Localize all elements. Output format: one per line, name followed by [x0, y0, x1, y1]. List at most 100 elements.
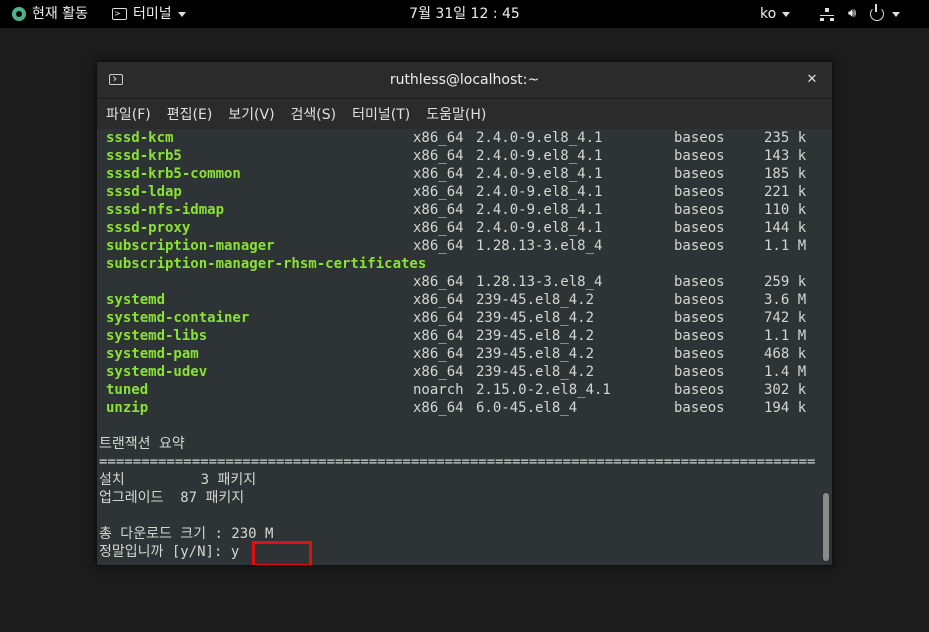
package-size: 742 k — [764, 310, 807, 326]
package-name: subscription-manager — [106, 238, 275, 254]
chevron-down-icon — [892, 11, 901, 17]
package-repo: baseos — [674, 364, 725, 380]
prompt-answer[interactable]: y — [231, 544, 239, 560]
package-repo: baseos — [674, 148, 725, 164]
package-version: 2.4.0-9.el8_4.1 — [476, 166, 603, 182]
menu-search[interactable]: 검색(S) — [283, 104, 345, 124]
package-row: sssd-ldap x86_64 2.4.0-9.el8_4.1 baseos 221 … — [97, 183, 832, 201]
package-repo: baseos — [674, 184, 725, 200]
package-name: systemd-libs — [106, 328, 208, 344]
package-arch: x86_64 — [413, 328, 464, 344]
package-repo: baseos — [674, 400, 725, 416]
package-repo: baseos — [674, 130, 725, 146]
package-name: sssd-nfs-idmap — [106, 202, 225, 218]
language-selector[interactable]: ko — [760, 0, 791, 28]
package-arch: x86_64 — [413, 166, 464, 182]
package-version: 239-45.el8_4.2 — [476, 328, 595, 344]
package-repo: baseos — [674, 346, 725, 362]
package-name: sssd-krb5-common — [106, 166, 241, 182]
menu-terminal[interactable]: 터미널(T) — [344, 104, 418, 124]
scrollbar[interactable] — [823, 493, 829, 561]
package-row: sssd-krb5 x86_64 2.4.0-9.el8_4.1 baseos 143 … — [97, 147, 832, 165]
package-row: systemd-pam x86_64 239-45.el8_4.2 baseos 468… — [97, 345, 832, 363]
separator: ========================================… — [99, 454, 816, 470]
package-version: 239-45.el8_4.2 — [476, 364, 595, 380]
total-download-size: 총 다운로드 크기 : 230 M — [99, 526, 274, 542]
package-name: sssd-kcm — [106, 130, 174, 146]
package-name: unzip — [106, 400, 149, 416]
package-size: 1.4 M — [764, 364, 807, 380]
prompt-text: 정말입니까 [y/N]: — [99, 544, 231, 560]
package-row: sssd-proxy x86_64 2.4.0-9.el8_4.1 baseos 144… — [97, 219, 832, 237]
package-name: systemd-container — [106, 310, 250, 326]
package-version: 2.4.0-9.el8_4.1 — [476, 202, 603, 218]
package-name: sssd-ldap — [106, 184, 182, 200]
volume-icon: 🔊︎ — [848, 6, 857, 21]
package-size: 194 k — [764, 400, 807, 416]
package-size: 235 k — [764, 130, 807, 146]
package-arch: x86_64 — [413, 292, 464, 308]
package-size: 110 k — [764, 202, 807, 218]
top-bar: 현재 활동 > 터미널 7월 31일 12 : 45 ko 🔊︎ — [0, 0, 929, 28]
package-row: systemd-container x86_64 239-45.el8_4.2 bas… — [97, 309, 832, 327]
package-repo: baseos — [674, 328, 725, 344]
package-repo: baseos — [674, 382, 725, 398]
title-bar[interactable]: ruthless@localhost:~ ✕ — [97, 62, 832, 99]
package-name: sssd-proxy — [106, 220, 191, 236]
package-version: 239-45.el8_4.2 — [476, 346, 595, 362]
package-size: 1.1 M — [764, 328, 807, 344]
network-icon — [820, 8, 834, 21]
package-repo: baseos — [674, 238, 725, 254]
package-size: 185 k — [764, 166, 807, 182]
terminal-window: ruthless@localhost:~ ✕ 파일(F) 편집(E) 보기(V)… — [96, 61, 833, 566]
chevron-down-icon — [782, 11, 791, 17]
menu-view[interactable]: 보기(V) — [220, 104, 282, 124]
package-row: systemd x86_64 239-45.el8_4.2 baseos 3.6 M — [97, 291, 832, 309]
package-arch: x86_64 — [413, 238, 464, 254]
package-version: 2.15.0-2.el8_4.1 — [476, 382, 611, 398]
package-row: sssd-krb5-common x86_64 2.4.0-9.el8_4.1 bas… — [97, 165, 832, 183]
window-title: ruthless@localhost:~ — [389, 72, 540, 88]
package-version: 1.28.13-3.el8_4 — [476, 238, 603, 254]
package-version: 239-45.el8_4.2 — [476, 310, 595, 326]
package-name: systemd-udev — [106, 364, 208, 380]
package-row: systemd-udev x86_64 239-45.el8_4.2 baseos 1.… — [97, 363, 832, 381]
package-arch: x86_64 — [413, 148, 464, 164]
package-name: systemd — [106, 292, 166, 308]
package-repo: baseos — [674, 310, 725, 326]
menu-file[interactable]: 파일(F) — [97, 104, 159, 124]
clock-label: 7월 31일 12 : 45 — [409, 6, 520, 22]
new-tab-icon[interactable] — [109, 74, 123, 85]
package-name: tuned — [106, 382, 149, 398]
package-version: 239-45.el8_4.2 — [476, 292, 595, 308]
package-repo: baseos — [674, 166, 725, 182]
package-size: 144 k — [764, 220, 807, 236]
package-size: 221 k — [764, 184, 807, 200]
answer-highlight-box — [252, 541, 312, 565]
confirm-prompt: 정말입니까 [y/N]: y — [99, 543, 239, 561]
package-arch: x86_64 — [413, 130, 464, 146]
system-tray[interactable]: 🔊︎ — [820, 0, 914, 28]
package-version: 1.28.13-3.el8_4 — [476, 274, 603, 290]
package-version: 2.4.0-9.el8_4.1 — [476, 184, 603, 200]
package-name: sssd-krb5 — [106, 148, 182, 164]
menu-edit[interactable]: 편집(E) — [159, 104, 221, 124]
package-name: systemd-pam — [106, 346, 199, 362]
package-repo: baseos — [674, 202, 725, 218]
package-size: 259 k — [764, 274, 807, 290]
package-size: 468 k — [764, 346, 807, 362]
package-name: subscription-manager-rhsm-certificates — [106, 256, 427, 272]
close-button[interactable]: ✕ — [802, 62, 822, 98]
package-arch: x86_64 — [413, 220, 464, 236]
package-row: sssd-kcm x86_64 2.4.0-9.el8_4.1 baseos 235 k — [97, 129, 832, 147]
menu-bar: 파일(F) 편집(E) 보기(V) 검색(S) 터미널(T) 도움말(H) — [97, 99, 832, 129]
package-arch: noarch — [413, 382, 464, 398]
package-row: subscription-manager x86_64 1.28.13-3.el8_… — [97, 237, 832, 255]
install-count: 설치 3 패키지 — [99, 472, 257, 488]
package-size: 143 k — [764, 148, 807, 164]
menu-help[interactable]: 도움말(H) — [418, 104, 494, 124]
terminal-output[interactable]: sssd-kcm x86_64 2.4.0-9.el8_4.1 baseos 235 k… — [97, 129, 832, 565]
package-size: 1.1 M — [764, 238, 807, 254]
package-arch: x86_64 — [413, 346, 464, 362]
package-repo: baseos — [674, 274, 725, 290]
